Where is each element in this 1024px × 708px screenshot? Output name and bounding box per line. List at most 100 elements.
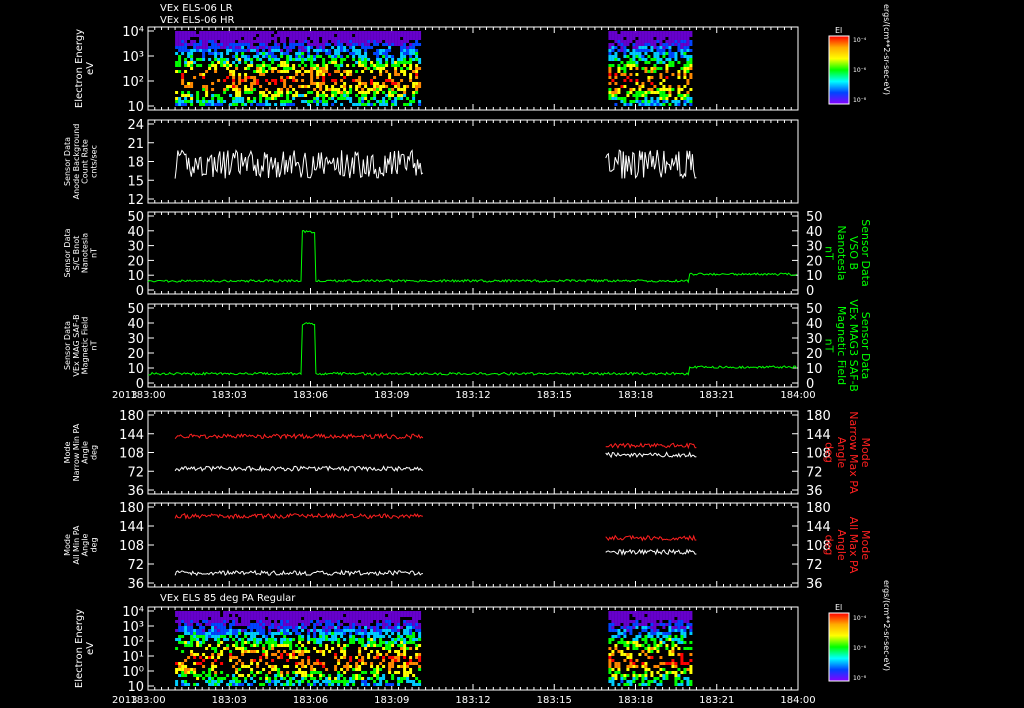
p1-heat-cell <box>334 61 338 64</box>
p7-heat-cell <box>313 632 317 635</box>
p7-heat-cell <box>331 680 335 683</box>
p1-heat-cell <box>295 73 299 76</box>
p7-heat-cell <box>211 611 215 614</box>
p1-heat-cell <box>343 34 347 37</box>
p7-heat-cell <box>611 680 615 683</box>
p7-heat-cell <box>190 641 194 644</box>
p7-heat-cell <box>322 650 326 653</box>
p7-heat-cell <box>617 671 621 674</box>
p1-heat-cell <box>331 61 335 64</box>
p7-heat-cell <box>689 623 693 626</box>
p7-heat-cell <box>292 611 296 614</box>
p1-heat-cell <box>379 52 383 55</box>
p1-heat-cell <box>623 70 627 73</box>
p7-heat-cell <box>289 647 293 650</box>
p1-heat-cell <box>385 58 389 61</box>
p1-heat-cell <box>274 58 278 61</box>
p1-heat-cell <box>256 67 260 70</box>
p7-heat-cell <box>659 668 663 671</box>
p1-heat-cell <box>656 46 660 49</box>
p7-heat-cell <box>340 629 344 632</box>
p1-heat-cell <box>403 94 407 97</box>
p7-heat-cell <box>196 635 200 638</box>
p1-heat-cell <box>334 40 338 43</box>
p7-heat-cell <box>298 626 302 629</box>
p1-heat-cell <box>683 64 687 67</box>
p1-heat-cell <box>223 79 227 82</box>
p7-heat-cell <box>361 617 365 620</box>
p1-heat-cell <box>316 40 320 43</box>
p7-heat-cell <box>340 647 344 650</box>
p1-heat-cell <box>409 61 413 64</box>
p7-heat-cell <box>238 638 242 641</box>
p7-heat-cell <box>388 617 392 620</box>
p1-heat-cell <box>623 103 627 106</box>
p1-heat-cell <box>617 49 621 52</box>
p7-heat-cell <box>382 647 386 650</box>
p1-heat-cell <box>298 37 302 40</box>
p1-heat-cell <box>283 31 287 34</box>
p7-heat-cell <box>376 617 380 620</box>
p1-heat-cell <box>403 31 407 34</box>
p7-heat-cell <box>394 671 398 674</box>
p1-heat-cell <box>632 64 636 67</box>
p1-heat-cell <box>638 43 642 46</box>
p7-heat-cell <box>247 674 251 677</box>
p7-heat-cell <box>397 653 401 656</box>
p7-heat-cell <box>175 680 179 683</box>
p1-heat-cell <box>677 76 681 79</box>
p1-heat-cell <box>283 43 287 46</box>
p7-heat-cell <box>361 656 365 659</box>
p1-heat-cell <box>376 40 380 43</box>
p1-heat-cell <box>608 46 612 49</box>
p7-heat-cell <box>262 614 266 617</box>
p7-heat-cell <box>650 656 654 659</box>
p1-heat-cell <box>211 94 215 97</box>
p7-heat-cell <box>244 611 248 614</box>
p1-heat-cell <box>674 58 678 61</box>
p1-heat-cell <box>689 40 693 43</box>
p7-heat-cell <box>644 641 648 644</box>
p1-heat-cell <box>382 91 386 94</box>
p6-ytick-label-right: 36 <box>806 577 823 592</box>
p1-heat-cell <box>211 43 215 46</box>
p7-heat-cell <box>286 623 290 626</box>
p1-heat-cell <box>409 100 413 103</box>
p1-heat-cell <box>199 64 203 67</box>
p7-heat-cell <box>190 614 194 617</box>
p7-heat-cell <box>292 683 296 686</box>
p7-heat-cell <box>653 623 657 626</box>
p1-heat-cell <box>400 79 404 82</box>
p1-heat-cell <box>181 34 185 37</box>
p7-heat-cell <box>674 680 678 683</box>
p1-heat-cell <box>337 49 341 52</box>
p7-heat-cell <box>334 617 338 620</box>
p1-heat-cell <box>193 31 197 34</box>
p1-heat-cell <box>370 46 374 49</box>
p7-heat-cell <box>689 668 693 671</box>
p1-heat-cell <box>319 88 323 91</box>
p7-heat-cell <box>608 665 612 668</box>
p1-heat-cell <box>385 34 389 37</box>
p1-heat-cell <box>217 52 221 55</box>
x-tick-label-bottom: 183:09 <box>374 695 409 706</box>
p1-heat-cell <box>653 100 657 103</box>
p7-heat-cell <box>671 638 675 641</box>
p7-heat-cell <box>316 620 320 623</box>
p1-heat-cell <box>256 52 260 55</box>
p7-heat-cell <box>611 674 615 677</box>
p1-heat-cell <box>280 70 284 73</box>
p7-heat-cell <box>650 623 654 626</box>
p1-heat-cell <box>253 34 257 37</box>
p1-heat-cell <box>208 64 212 67</box>
p1-heat-cell <box>623 97 627 100</box>
p1-heat-cell <box>292 43 296 46</box>
p1-heat-cell <box>250 103 254 106</box>
p7-heat-cell <box>313 638 317 641</box>
p1-heat-cell <box>184 58 188 61</box>
x-tick-label-bottom: 183:18 <box>618 695 653 706</box>
p7-heat-cell <box>184 614 188 617</box>
p1-heat-cell <box>683 43 687 46</box>
p1-heat-cell <box>647 91 651 94</box>
p1-heat-cell <box>253 97 257 100</box>
